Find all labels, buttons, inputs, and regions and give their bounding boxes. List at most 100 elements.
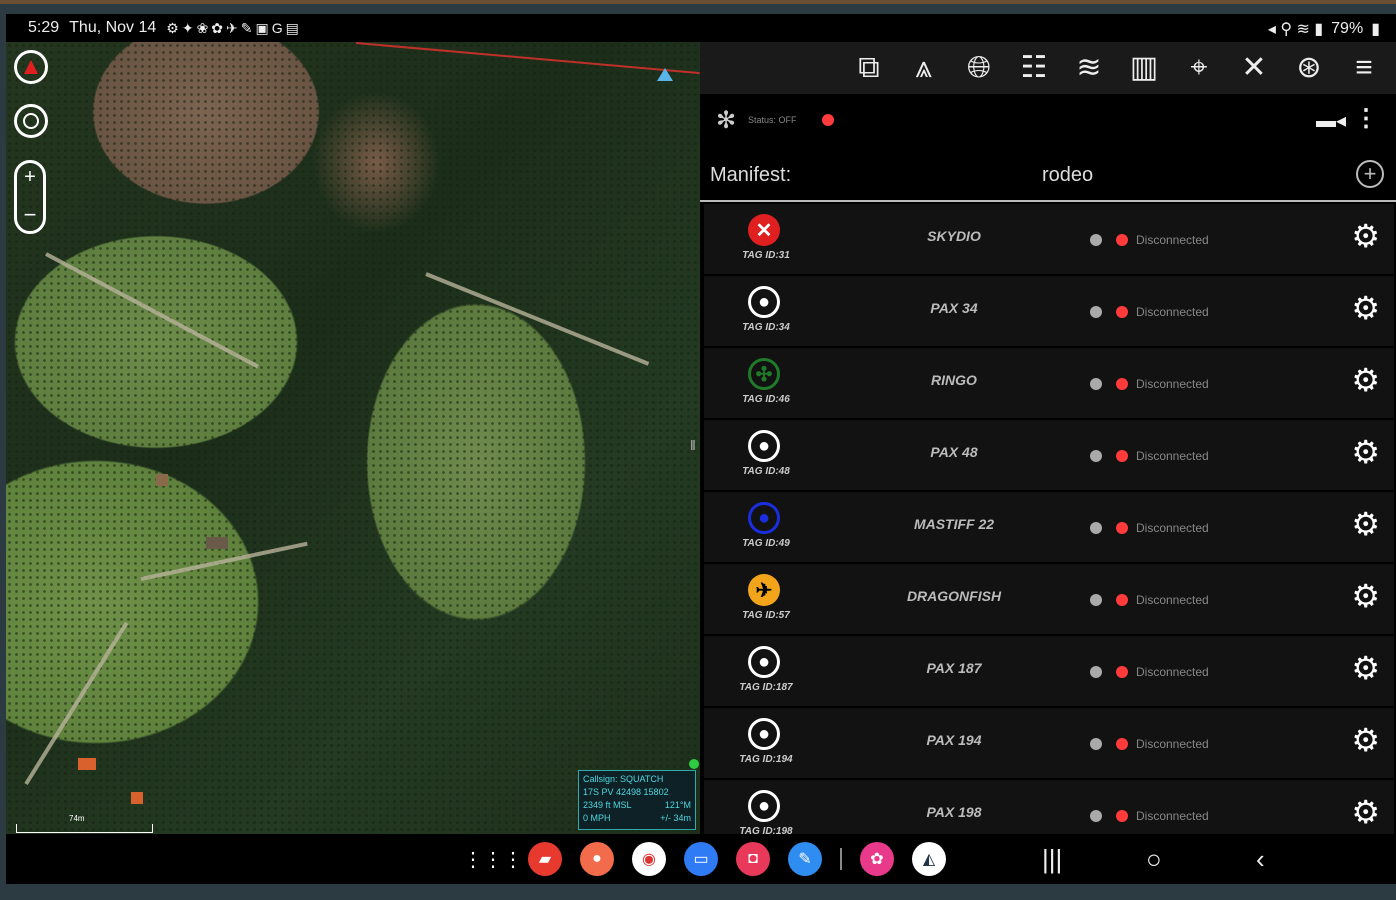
status-time: 5:29: [28, 19, 60, 36]
battery-level: 79%: [1331, 20, 1364, 37]
status-dot: [1116, 666, 1128, 678]
tools-icon[interactable]: ✕: [1232, 46, 1276, 90]
status-dot: [1116, 522, 1128, 534]
tag-id: TAG ID:187: [739, 682, 793, 693]
pen-app-icon[interactable]: ✎: [788, 842, 822, 876]
device-row[interactable]: ● TAG ID:187 PAX 187 Disconnected ⚙: [704, 636, 1394, 706]
manifest-row: Manifest: rodeo +: [700, 150, 1396, 202]
device-status: Disconnected: [1136, 665, 1209, 679]
status-dot: [1116, 450, 1128, 462]
building: [206, 537, 228, 549]
bluetooth-off-icon[interactable]: ✻: [716, 106, 736, 135]
device-row[interactable]: ✕ TAG ID:31 SKYDIO Disconnected ⚙: [704, 204, 1394, 274]
person-icon: ●: [748, 430, 780, 462]
manifest-name[interactable]: rodeo: [1042, 164, 1093, 187]
back-button[interactable]: ‹: [1256, 844, 1265, 875]
map-icon[interactable]: ▥: [1122, 46, 1166, 90]
zoom-in-button[interactable]: +: [17, 165, 43, 189]
home-button[interactable]: ○: [1146, 844, 1162, 875]
app-drawer-icon[interactable]: ⋮⋮⋮: [463, 842, 523, 876]
device-status: Disconnected: [1136, 449, 1209, 463]
device-row[interactable]: ✣ TAG ID:46 RINGO Disconnected ⚙: [704, 348, 1394, 418]
tag-id: TAG ID:46: [742, 394, 790, 405]
link-dot: [1090, 810, 1102, 822]
device-status: Disconnected: [1136, 593, 1209, 607]
link-dot: [1090, 378, 1102, 390]
device-status: Disconnected: [1136, 233, 1209, 247]
tag-id: TAG ID:194: [739, 754, 793, 765]
building: [156, 474, 168, 486]
zoom-out-button[interactable]: −: [17, 203, 43, 227]
camera-app-icon[interactable]: ◘: [736, 842, 770, 876]
notes-app-icon[interactable]: ▰: [528, 842, 562, 876]
link-dot: [1090, 234, 1102, 246]
gear-icon[interactable]: ⚙: [1351, 796, 1380, 828]
elevation-icon[interactable]: ⩓: [902, 46, 946, 90]
waypoint-marker-icon[interactable]: [657, 68, 673, 81]
device-name: PAX 194: [926, 732, 982, 748]
team-icon[interactable]: ☷: [1012, 46, 1056, 90]
satellite-map[interactable]: + − ‖ Callsign: SQUATCH 17S PV 42498 158…: [6, 42, 700, 834]
messages-app-icon[interactable]: ▭: [684, 842, 718, 876]
window-icon[interactable]: ⧉: [847, 46, 891, 90]
device-name: MASTIFF 22: [913, 516, 995, 532]
forest-texture: [6, 42, 700, 834]
device-row[interactable]: ● TAG ID:49 MASTIFF 22 Disconnected ⚙: [704, 492, 1394, 562]
device-row[interactable]: ● TAG ID:194 PAX 194 Disconnected ⚙: [704, 708, 1394, 778]
device-name: PAX 198: [926, 804, 982, 820]
link-dot: [1090, 522, 1102, 534]
battery-icon: ▮: [1371, 21, 1380, 38]
status-bar: 5:29 Thu, Nov 14 ⚙✦❀✿✈✎▣G▤ ◂ ⚲ ≋ ▮ 79% ▮: [6, 14, 1396, 42]
globe-icon[interactable]: 🌐︎: [957, 46, 1001, 90]
menu-icon[interactable]: ≡: [1342, 46, 1386, 90]
status-date: Thu, Nov 14: [69, 19, 157, 36]
network-icon[interactable]: ⊛: [1287, 46, 1331, 90]
taskbar-separator: [840, 848, 842, 870]
gear-icon[interactable]: ⚙: [1351, 364, 1380, 396]
device-row[interactable]: ● TAG ID:34 PAX 34 Disconnected ⚙: [704, 276, 1394, 346]
atak-app-icon[interactable]: ◭: [912, 842, 946, 876]
link-dot: [1090, 666, 1102, 678]
flower-app-icon[interactable]: ✿: [860, 842, 894, 876]
link-dot: [1090, 450, 1102, 462]
signal-icons: ◂ ⚲ ≋ ▮: [1267, 21, 1324, 38]
contacts-app-icon[interactable]: ●: [580, 842, 614, 876]
split-drag-handle[interactable]: ‖: [690, 437, 696, 453]
recents-button[interactable]: |||: [1042, 844, 1062, 875]
gear-icon[interactable]: ⚙: [1351, 508, 1380, 540]
altitude-text: 2349 ft MSL: [583, 800, 632, 810]
pin-icon[interactable]: ⌖: [1177, 46, 1221, 90]
toolbar: ⧉ ⩓ 🌐︎ ☷ ≋ ▥ ⌖ ✕ ⊛ ≡: [700, 42, 1396, 94]
device-row[interactable]: ● TAG ID:48 PAX 48 Disconnected ⚙: [704, 420, 1394, 490]
window-top-border: [0, 0, 1396, 4]
gear-icon[interactable]: ⚙: [1351, 580, 1380, 612]
heading-text: 121°M: [664, 800, 691, 810]
tag-id: TAG ID:31: [742, 250, 790, 261]
gear-icon[interactable]: ⚙: [1351, 292, 1380, 324]
chrome-app-icon[interactable]: ◉: [632, 842, 666, 876]
link-dot: [1090, 594, 1102, 606]
building: [78, 758, 96, 770]
device-list: ✕ TAG ID:31 SKYDIO Disconnected ⚙ ● TAG …: [704, 204, 1394, 852]
gear-icon[interactable]: ⚙: [1351, 220, 1380, 252]
video-icon[interactable]: ▬◂: [1316, 108, 1346, 133]
self-location-info[interactable]: Callsign: SQUATCH 17S PV 42498 15802 234…: [578, 770, 696, 830]
gear-icon[interactable]: ⚙: [1351, 652, 1380, 684]
add-icon[interactable]: +: [1356, 160, 1384, 188]
navigation-bar: ⋮⋮⋮ ▰ ● ◉ ▭ ◘ ✎ ✿ ◭ ||| ○ ‹: [6, 834, 1396, 884]
device-name: PAX 48: [930, 444, 978, 460]
device-name: PAX 34: [930, 300, 978, 316]
more-options-icon[interactable]: ⋮: [1354, 104, 1378, 133]
device-name: SKYDIO: [927, 228, 981, 244]
gps-status-dot: [689, 759, 699, 769]
person-icon: ●: [748, 502, 780, 534]
device-name: PAX 187: [926, 660, 982, 676]
locate-icon[interactable]: [14, 104, 48, 138]
status-dot: [1116, 378, 1128, 390]
device-row[interactable]: ✈ TAG ID:57 DRAGONFISH Disconnected ⚙: [704, 564, 1394, 634]
gear-icon[interactable]: ⚙: [1351, 724, 1380, 756]
gear-icon[interactable]: ⚙: [1351, 436, 1380, 468]
building: [131, 792, 143, 804]
layers-icon[interactable]: ≋: [1067, 46, 1111, 90]
compass-icon[interactable]: [14, 50, 48, 84]
